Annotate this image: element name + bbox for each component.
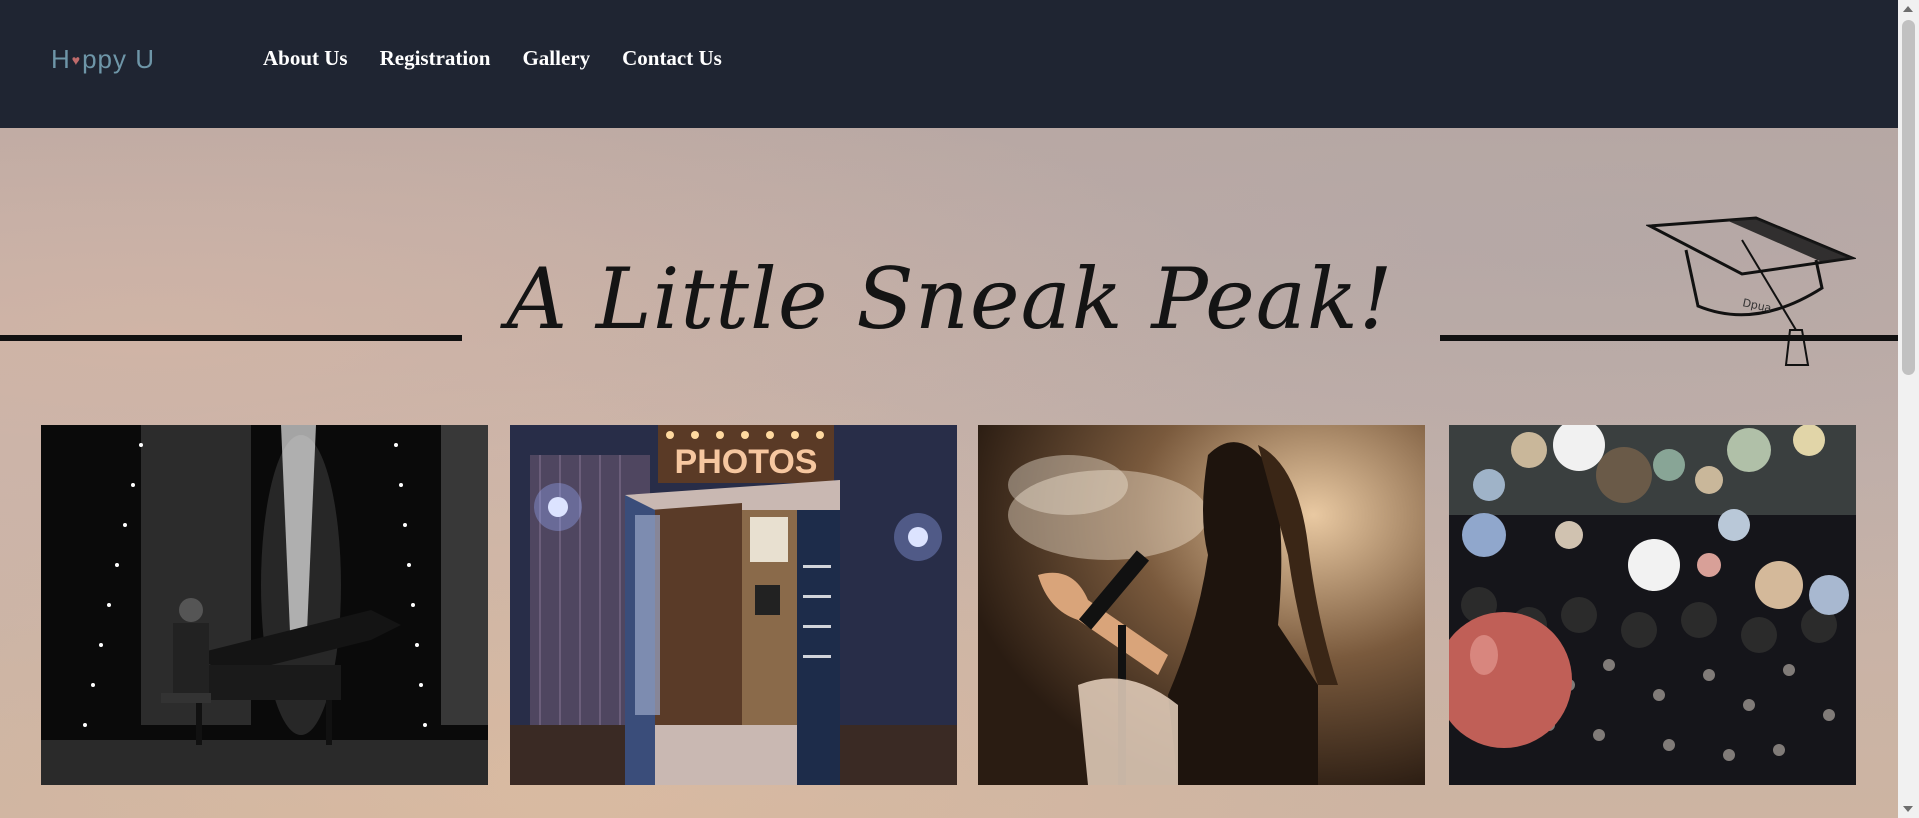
scroll-down-arrow-icon[interactable] [1903, 806, 1913, 812]
page-title: A Little Sneak Peak! [506, 250, 1394, 348]
main-nav: About Us Registration Gallery Contact Us [263, 46, 722, 71]
top-navigation-bar: H♥ppy U About Us Registration Gallery Co… [0, 0, 1898, 128]
photo-booth-photo[interactable]: PHOTOS [510, 425, 957, 785]
cap-band-text: Dpua [1741, 296, 1772, 315]
nav-about-us[interactable]: About Us [263, 46, 348, 71]
graduation-cap-icon: Dpua [1644, 210, 1858, 370]
logo-letter-h: H [51, 44, 71, 74]
scrollbar-thumb[interactable] [1902, 20, 1915, 375]
vertical-scrollbar[interactable] [1898, 0, 1919, 818]
scroll-up-arrow-icon[interactable] [1903, 6, 1913, 12]
divider-left [0, 335, 462, 341]
nav-gallery[interactable]: Gallery [522, 46, 590, 71]
piano-performance-photo[interactable] [41, 425, 488, 785]
booth-sign-text: PHOTOS [675, 443, 818, 481]
singer-photo[interactable] [978, 425, 1425, 785]
heart-icon: ♥ [71, 52, 82, 68]
balloon-party-photo[interactable] [1449, 425, 1856, 785]
logo-text: ppy U [82, 44, 156, 74]
nav-registration[interactable]: Registration [380, 46, 491, 71]
nav-contact-us[interactable]: Contact Us [622, 46, 722, 71]
site-logo[interactable]: H♥ppy U [51, 44, 155, 75]
